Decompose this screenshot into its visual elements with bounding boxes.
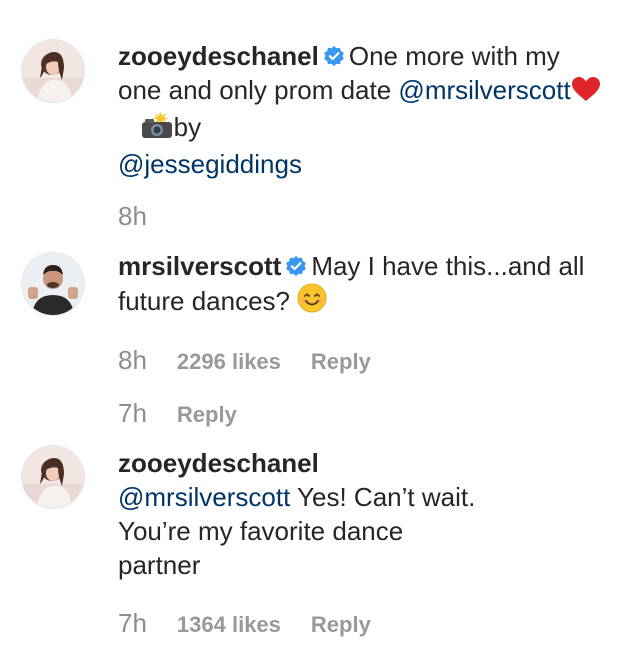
- mention-link[interactable]: @mrsilverscott: [118, 482, 290, 512]
- comment-mrsilverscott: mrsilverscott May I have this...and all f…: [118, 249, 608, 321]
- username[interactable]: mrsilverscott: [118, 251, 281, 281]
- comment-meta: 7h 1364 likes Reply: [118, 609, 371, 639]
- timestamp[interactable]: 8h: [118, 201, 147, 231]
- camera-flash-emoji-icon: [140, 111, 174, 147]
- username[interactable]: zooeydeschanel: [118, 41, 319, 71]
- timestamp[interactable]: 7h: [118, 608, 147, 638]
- comment-meta: 7h Reply: [118, 399, 237, 429]
- reply-button[interactable]: Reply: [311, 349, 371, 374]
- comment-zooeydeschanel-1: zooeydeschanel One more with my one and o…: [118, 39, 608, 181]
- likes-count[interactable]: 2296 likes: [177, 349, 281, 374]
- reply-button[interactable]: Reply: [311, 612, 371, 637]
- timestamp[interactable]: 7h: [118, 398, 147, 428]
- username[interactable]: zooeydeschanel: [118, 448, 319, 478]
- avatar[interactable]: [22, 253, 84, 315]
- mention-link[interactable]: @mrsilverscott: [398, 75, 570, 105]
- reply-button[interactable]: Reply: [177, 402, 237, 427]
- comment-meta: 8h 2296 likes Reply: [118, 346, 371, 376]
- avatar[interactable]: [22, 40, 84, 102]
- avatar[interactable]: [22, 446, 84, 508]
- comment-text: by: [173, 112, 202, 142]
- smiling-face-emoji-icon: [297, 283, 327, 321]
- comment-meta: 8h: [118, 202, 147, 231]
- timestamp[interactable]: 8h: [118, 345, 147, 375]
- verified-badge-icon: [285, 255, 307, 277]
- mention-link[interactable]: @jessegiddings: [118, 149, 302, 179]
- heart-emoji-icon: [571, 76, 601, 110]
- comment-zooeydeschanel-2: zooeydeschanel @mrsilverscott Yes! Can’t …: [118, 446, 478, 582]
- likes-count[interactable]: 1364 likes: [177, 612, 281, 637]
- verified-badge-icon: [323, 45, 345, 67]
